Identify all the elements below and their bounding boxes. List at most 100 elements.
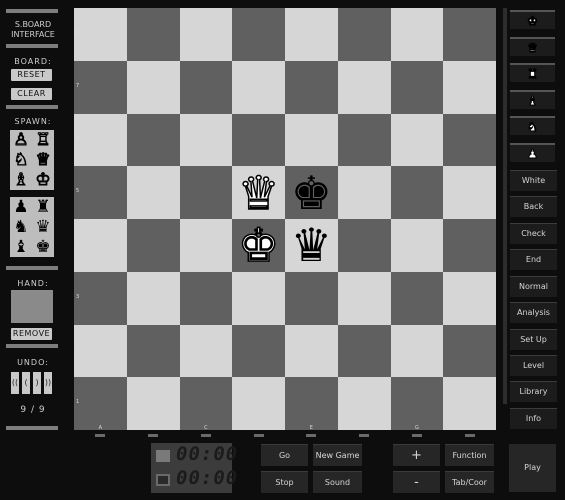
go-button[interactable]: Go bbox=[261, 444, 308, 466]
square-f5[interactable] bbox=[337, 166, 391, 219]
undo-back-button[interactable]: ( bbox=[22, 372, 30, 394]
square-d5[interactable]: ♛ bbox=[232, 166, 285, 219]
stop-button[interactable]: Stop bbox=[261, 471, 308, 493]
square-e3[interactable] bbox=[285, 271, 338, 325]
clear-button[interactable]: CLEAR bbox=[11, 88, 52, 100]
square-d8[interactable] bbox=[232, 8, 285, 61]
spawn-black-knight-icon[interactable]: ♞ bbox=[10, 217, 32, 237]
square-f2[interactable] bbox=[337, 324, 391, 378]
square-c6[interactable] bbox=[179, 113, 233, 167]
square-a2[interactable]: 2 bbox=[74, 324, 127, 378]
spawn-black-rook-icon[interactable]: ♜ bbox=[32, 197, 54, 217]
spawn-white-queen-icon[interactable]: ♕ bbox=[32, 150, 54, 170]
analysis-button[interactable]: Analysis bbox=[510, 302, 557, 323]
tab-coor-button[interactable]: Tab/Coor bbox=[445, 471, 494, 493]
square-g8[interactable] bbox=[390, 8, 444, 61]
promote-bishop-icon[interactable]: ♝ bbox=[510, 90, 555, 109]
square-h8[interactable] bbox=[443, 8, 496, 61]
square-e6[interactable] bbox=[285, 113, 338, 167]
square-f4[interactable] bbox=[337, 219, 391, 272]
square-a4[interactable]: 4 bbox=[74, 219, 127, 272]
square-b5[interactable] bbox=[126, 166, 180, 219]
square-c5[interactable] bbox=[179, 166, 233, 219]
spawn-white-pawn-icon[interactable]: ♙ bbox=[10, 130, 32, 150]
square-d4[interactable]: ♚ bbox=[232, 219, 285, 272]
undo-first-button[interactable]: (( bbox=[11, 372, 19, 394]
level-button[interactable]: Level bbox=[510, 355, 557, 376]
promote-pawn-icon[interactable]: ♟ bbox=[510, 143, 555, 162]
square-a3[interactable]: 3 bbox=[74, 271, 127, 325]
square-c3[interactable] bbox=[179, 271, 233, 325]
function-button[interactable]: Function bbox=[445, 444, 494, 466]
check-button[interactable]: Check bbox=[510, 223, 557, 244]
promote-knight-icon[interactable]: ♞ bbox=[510, 116, 555, 135]
square-g6[interactable] bbox=[390, 113, 444, 167]
square-a5[interactable]: 5 bbox=[74, 166, 127, 219]
reset-button[interactable]: RESET bbox=[11, 69, 52, 81]
spawn-white-bishop-icon[interactable]: ♗ bbox=[10, 170, 32, 190]
square-e8[interactable] bbox=[285, 8, 338, 61]
square-h1[interactable] bbox=[443, 377, 496, 430]
square-e4[interactable]: ♛ bbox=[285, 219, 338, 272]
square-b6[interactable] bbox=[126, 113, 180, 167]
square-e1[interactable] bbox=[285, 377, 338, 430]
sound-button[interactable]: Sound bbox=[313, 471, 362, 493]
square-b8[interactable] bbox=[126, 8, 180, 61]
promote-king-icon[interactable]: ♚ bbox=[510, 10, 555, 29]
square-e7[interactable] bbox=[285, 60, 338, 114]
white-piece-d4[interactable]: ♚ bbox=[237, 222, 280, 270]
spawn-black-king-icon[interactable]: ♚ bbox=[32, 237, 54, 257]
square-c1[interactable] bbox=[179, 377, 233, 430]
white-button[interactable]: White bbox=[510, 170, 557, 191]
square-f1[interactable] bbox=[337, 377, 391, 430]
info-button[interactable]: Info bbox=[510, 408, 557, 429]
square-f6[interactable] bbox=[337, 113, 391, 167]
square-e2[interactable] bbox=[285, 324, 338, 378]
square-c4[interactable] bbox=[179, 219, 233, 272]
square-g1[interactable] bbox=[390, 377, 444, 430]
square-b3[interactable] bbox=[126, 271, 180, 325]
spawn-black-queen-icon[interactable]: ♛ bbox=[32, 217, 54, 237]
square-h6[interactable] bbox=[443, 113, 496, 167]
square-g5[interactable] bbox=[390, 166, 444, 219]
square-a8[interactable]: 8 bbox=[74, 8, 127, 61]
square-g4[interactable] bbox=[390, 219, 444, 272]
square-d7[interactable] bbox=[232, 60, 285, 114]
square-h2[interactable] bbox=[443, 324, 496, 378]
square-c2[interactable] bbox=[179, 324, 233, 378]
square-g3[interactable] bbox=[390, 271, 444, 325]
square-b1[interactable] bbox=[126, 377, 180, 430]
square-e5[interactable]: ♚ bbox=[285, 166, 338, 219]
square-f3[interactable] bbox=[337, 271, 391, 325]
new-game-button[interactable]: New Game bbox=[313, 444, 362, 466]
square-a6[interactable]: 6 bbox=[74, 113, 127, 167]
back-button[interactable]: Back bbox=[510, 196, 557, 217]
set-up-button[interactable]: Set Up bbox=[510, 329, 557, 350]
square-h3[interactable] bbox=[443, 271, 496, 325]
square-c7[interactable] bbox=[179, 60, 233, 114]
plus-button[interactable]: + bbox=[393, 444, 440, 466]
square-h4[interactable] bbox=[443, 219, 496, 272]
black-piece-e5[interactable]: ♚ bbox=[291, 170, 332, 216]
square-h7[interactable] bbox=[443, 60, 496, 114]
square-f8[interactable] bbox=[337, 8, 391, 61]
spawn-black-pawn-icon[interactable]: ♟ bbox=[10, 197, 32, 217]
spawn-black-bishop-icon[interactable]: ♝ bbox=[10, 237, 32, 257]
promote-rook-icon[interactable]: ♜ bbox=[510, 63, 555, 82]
square-h5[interactable] bbox=[443, 166, 496, 219]
square-g7[interactable] bbox=[390, 60, 444, 114]
square-b7[interactable] bbox=[126, 60, 180, 114]
square-d2[interactable] bbox=[232, 324, 285, 378]
square-d6[interactable] bbox=[232, 113, 285, 167]
library-button[interactable]: Library bbox=[510, 381, 557, 402]
square-d1[interactable] bbox=[232, 377, 285, 430]
square-g2[interactable] bbox=[390, 324, 444, 378]
remove-button[interactable]: REMOVE bbox=[11, 328, 52, 340]
minus-button[interactable]: - bbox=[393, 471, 440, 493]
square-c8[interactable] bbox=[179, 8, 233, 61]
hand-slot[interactable] bbox=[11, 290, 53, 323]
spawn-white-knight-icon[interactable]: ♘ bbox=[10, 150, 32, 170]
square-a7[interactable]: 7 bbox=[74, 60, 127, 114]
square-a1[interactable]: 1 bbox=[74, 377, 127, 430]
black-piece-e4[interactable]: ♛ bbox=[291, 222, 332, 268]
